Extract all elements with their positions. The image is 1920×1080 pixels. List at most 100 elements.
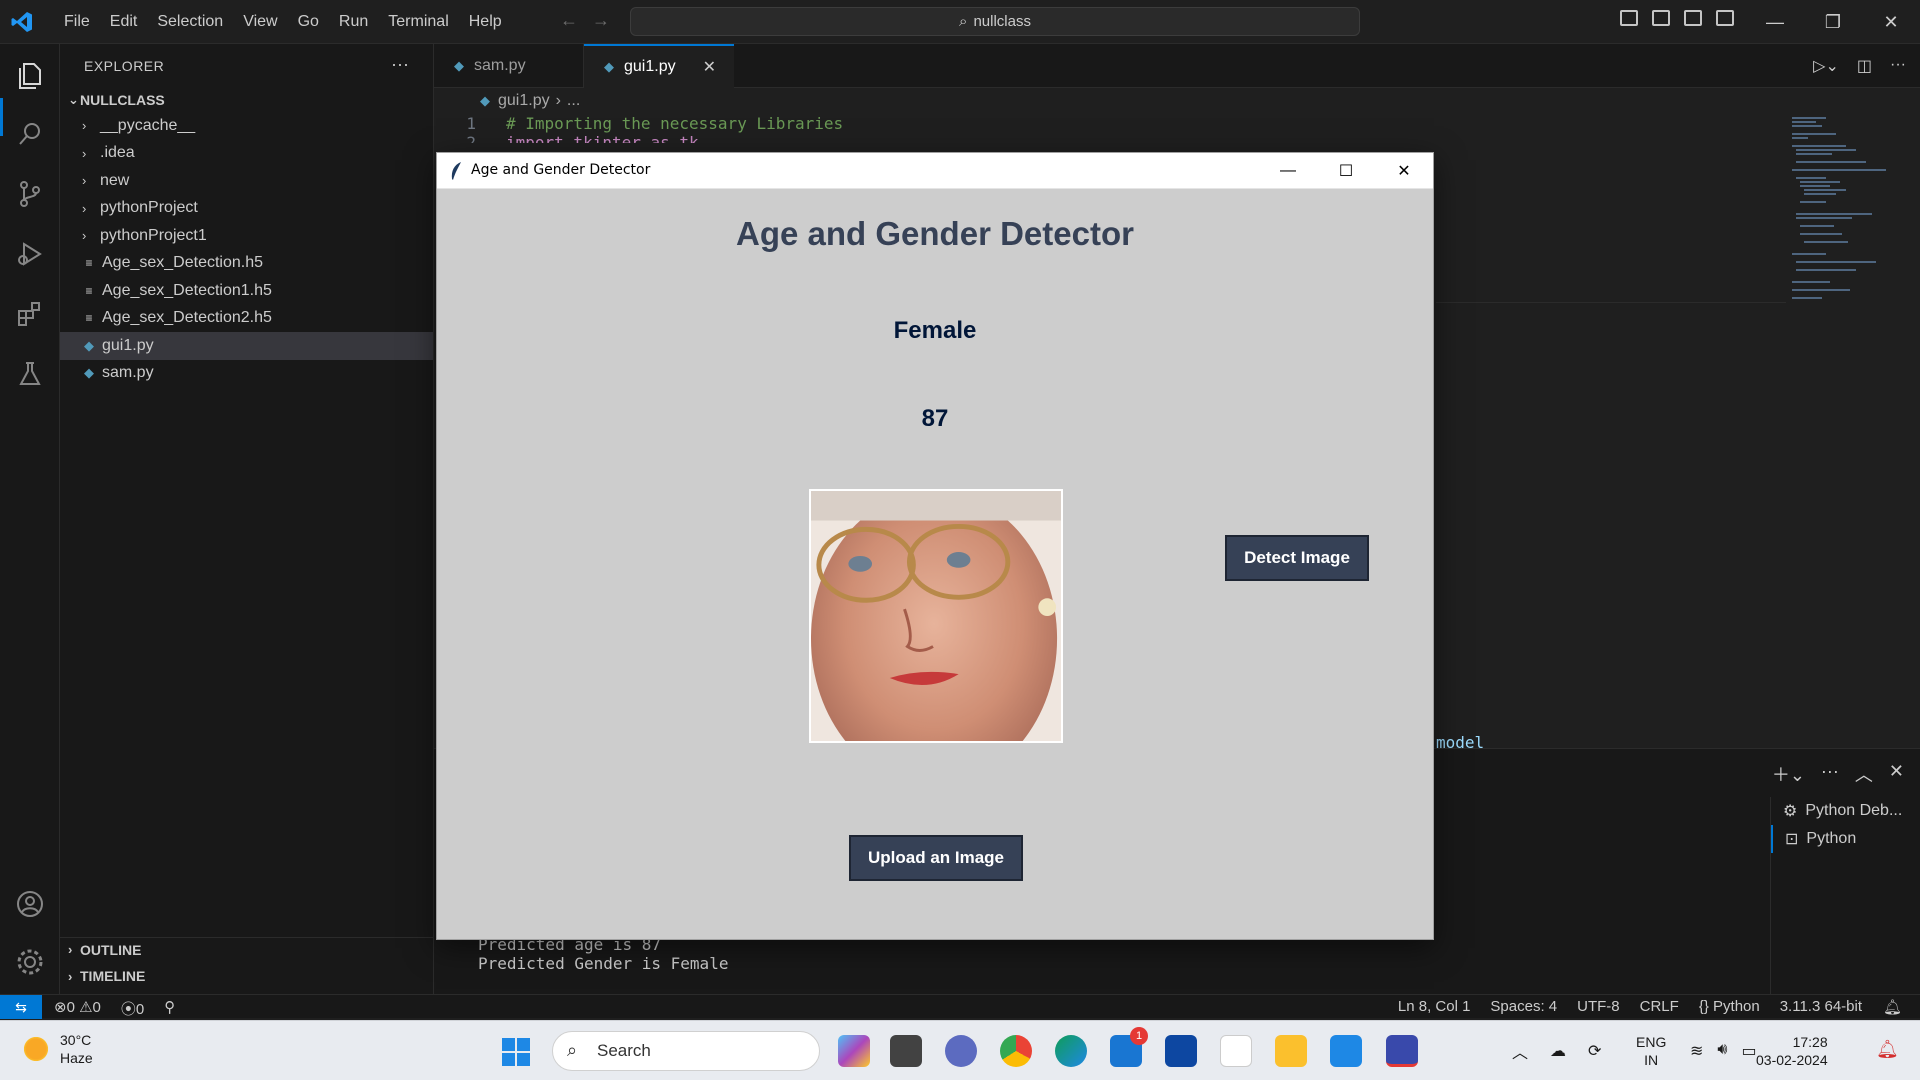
tree-item-pythonproject[interactable]: › pythonProject bbox=[60, 195, 433, 223]
dialog-close-icon[interactable]: ✕ bbox=[1375, 153, 1433, 189]
sync-icon[interactable]: ⟳ bbox=[1588, 1041, 1601, 1061]
notification-badge: 1 bbox=[1130, 1027, 1148, 1045]
run-and-debug-icon[interactable] bbox=[14, 238, 46, 270]
microsoft-store-icon[interactable]: 1 bbox=[1110, 1027, 1148, 1067]
toggle-panel-icon[interactable] bbox=[1652, 10, 1670, 26]
maximize-panel-icon[interactable]: ︿ bbox=[1855, 761, 1873, 787]
tree-item-idea[interactable]: › .idea bbox=[60, 140, 433, 168]
breadcrumb-file[interactable]: gui1.py bbox=[498, 92, 550, 110]
terminal-item-python[interactable]: ⊡ Python bbox=[1771, 825, 1920, 853]
weather-widget[interactable]: 30°C Haze bbox=[22, 1031, 93, 1067]
input-language[interactable]: ENG IN bbox=[1636, 1033, 1666, 1069]
customize-layout-icon[interactable] bbox=[1716, 10, 1734, 26]
menu-go[interactable]: Go bbox=[288, 13, 329, 31]
settings-gear-icon[interactable] bbox=[14, 946, 46, 978]
broadcast-icon: ⦿ bbox=[120, 1001, 136, 1018]
back-arrow-icon[interactable]: ← bbox=[560, 10, 578, 31]
remote-indicator-icon[interactable]: ⇆ bbox=[0, 995, 42, 1019]
chrome-icon[interactable] bbox=[1000, 1035, 1032, 1067]
close-tab-icon[interactable]: ✕ bbox=[703, 57, 716, 77]
menu-selection[interactable]: Selection bbox=[147, 13, 233, 31]
menu-edit[interactable]: Edit bbox=[100, 13, 148, 31]
tree-item-gui1-py[interactable]: ◆ gui1.py bbox=[60, 332, 433, 360]
timeline-section[interactable]: › TIMELINE bbox=[60, 964, 434, 988]
onedrive-offline-icon[interactable]: ☁ bbox=[1550, 1041, 1566, 1061]
run-icon[interactable]: ▷⌄ bbox=[1813, 56, 1839, 76]
close-icon[interactable]: ✕ bbox=[1862, 0, 1920, 44]
indentation[interactable]: Spaces: 4 bbox=[1490, 998, 1557, 1015]
minimize-icon[interactable]: — bbox=[1746, 0, 1804, 44]
more-actions-icon[interactable]: ··· bbox=[1890, 56, 1906, 76]
toggle-secondary-sidebar-icon[interactable] bbox=[1684, 10, 1702, 26]
terminal-output[interactable]: Predicted age is 87 Predicted Gender is … bbox=[478, 935, 728, 973]
toggle-primary-sidebar-icon[interactable] bbox=[1620, 10, 1638, 26]
notifications-bell-icon[interactable]: 🔔︎ bbox=[1883, 998, 1902, 1016]
close-panel-icon[interactable]: ✕ bbox=[1889, 761, 1904, 787]
outline-section[interactable]: › OUTLINE bbox=[60, 937, 434, 961]
new-terminal-icon[interactable]: ＋⌄ bbox=[1772, 761, 1805, 787]
dialog-maximize-icon[interactable]: ☐ bbox=[1317, 153, 1375, 189]
breadcrumb-rest[interactable]: ... bbox=[567, 92, 580, 110]
file-explorer-icon[interactable] bbox=[1275, 1035, 1307, 1067]
notification-bell-icon[interactable]: 🔔︎ bbox=[1876, 1039, 1899, 1060]
copilot-app-icon[interactable] bbox=[838, 1035, 870, 1067]
forward-arrow-icon[interactable]: → bbox=[592, 10, 610, 31]
task-view-icon[interactable] bbox=[890, 1035, 922, 1067]
detect-image-button[interactable]: Detect Image bbox=[1225, 535, 1369, 581]
tree-item-new[interactable]: › new bbox=[60, 167, 433, 195]
tree-item-age-sex-detection2-h5[interactable]: ≡ Age_sex_Detection2.h5 bbox=[60, 305, 433, 333]
amazon-icon[interactable] bbox=[1220, 1035, 1252, 1067]
vscode-taskbar-icon[interactable] bbox=[1330, 1035, 1362, 1067]
dropbox-icon[interactable] bbox=[1165, 1035, 1197, 1067]
tree-item-age-sex-detection1-h5[interactable]: ≡ Age_sex_Detection1.h5 bbox=[60, 277, 433, 305]
teams-chat-icon[interactable] bbox=[945, 1035, 977, 1067]
clock[interactable]: 17:28 03-02-2024 bbox=[1756, 1033, 1828, 1069]
testing-flask-icon[interactable] bbox=[14, 358, 46, 390]
code-editor[interactable]: 1 # Importing the necessary Libraries 2 im… bbox=[434, 114, 843, 143]
split-editor-icon[interactable]: ◫ bbox=[1857, 56, 1872, 76]
dialog-title-bar: Age and Gender Detector — ☐ ✕ bbox=[437, 153, 1433, 189]
menu-help[interactable]: Help bbox=[459, 13, 512, 31]
terminal-item-python-debug[interactable]: ⚙ Python Deb... bbox=[1771, 797, 1920, 825]
dialog-minimize-icon[interactable]: — bbox=[1259, 153, 1317, 189]
status-right: Ln 8, Col 1 Spaces: 4 UTF-8 CRLF {} Pyth… bbox=[1398, 998, 1862, 1015]
tree-item-sam-py[interactable]: ◆ sam.py bbox=[60, 360, 433, 388]
menu-file[interactable]: File bbox=[54, 13, 100, 31]
command-center-search[interactable]: ⌕ nullclass bbox=[630, 7, 1360, 36]
extensions-icon[interactable] bbox=[14, 298, 46, 330]
cursor-position[interactable]: Ln 8, Col 1 bbox=[1398, 998, 1471, 1015]
windows-start-icon[interactable] bbox=[502, 1038, 530, 1066]
python-tk-app-icon[interactable] bbox=[1386, 1035, 1418, 1067]
workspace-root[interactable]: ⌄ NULLCLASS bbox=[60, 88, 433, 112]
problems-indicator[interactable]: ⊗0 ⚠0 bbox=[54, 998, 101, 1019]
show-hidden-icons-icon[interactable]: ︿ bbox=[1512, 1039, 1528, 1063]
tk-feather-icon bbox=[451, 162, 461, 180]
accounts-icon[interactable] bbox=[14, 888, 46, 920]
ports-indicator[interactable]: ⦿0 bbox=[121, 998, 144, 1019]
tree-item-pycache[interactable]: › __pycache__ bbox=[60, 112, 433, 140]
more-actions-icon[interactable]: ··· bbox=[391, 54, 409, 75]
search-icon[interactable] bbox=[14, 118, 46, 150]
upload-image-button[interactable]: Upload an Image bbox=[849, 835, 1023, 881]
source-control-icon[interactable] bbox=[14, 178, 46, 210]
taskbar-search[interactable]: ⌕ Search bbox=[552, 1031, 820, 1071]
python-interpreter[interactable]: 3.11.3 64-bit bbox=[1780, 998, 1862, 1015]
tree-item-age-sex-detection-h5[interactable]: ≡ Age_sex_Detection.h5 bbox=[60, 250, 433, 278]
restore-icon[interactable]: ❐ bbox=[1804, 0, 1862, 44]
line-ending[interactable]: CRLF bbox=[1640, 998, 1679, 1015]
language-mode[interactable]: {} Python bbox=[1699, 998, 1760, 1015]
explorer-icon[interactable] bbox=[14, 58, 46, 90]
menu-run[interactable]: Run bbox=[329, 13, 378, 31]
tab-sam-py[interactable]: ◆ sam.py bbox=[434, 44, 584, 88]
debug-icon[interactable]: ⚲ bbox=[164, 998, 175, 1019]
menu-view[interactable]: View bbox=[233, 13, 287, 31]
encoding[interactable]: UTF-8 bbox=[1577, 998, 1620, 1015]
quick-settings[interactable]: ≋ 🔊︎ ▭ bbox=[1690, 1041, 1757, 1061]
menu-terminal[interactable]: Terminal bbox=[378, 13, 458, 31]
minimap[interactable] bbox=[1786, 114, 1896, 304]
more-actions-icon[interactable]: ··· bbox=[1821, 761, 1839, 787]
terminal-list: ⚙ Python Deb... ⊡ Python bbox=[1770, 797, 1920, 997]
tree-item-pythonproject1[interactable]: › pythonProject1 bbox=[60, 222, 433, 250]
tab-gui1-py[interactable]: ◆ gui1.py ✕ bbox=[584, 44, 734, 88]
edge-icon[interactable] bbox=[1055, 1035, 1087, 1067]
